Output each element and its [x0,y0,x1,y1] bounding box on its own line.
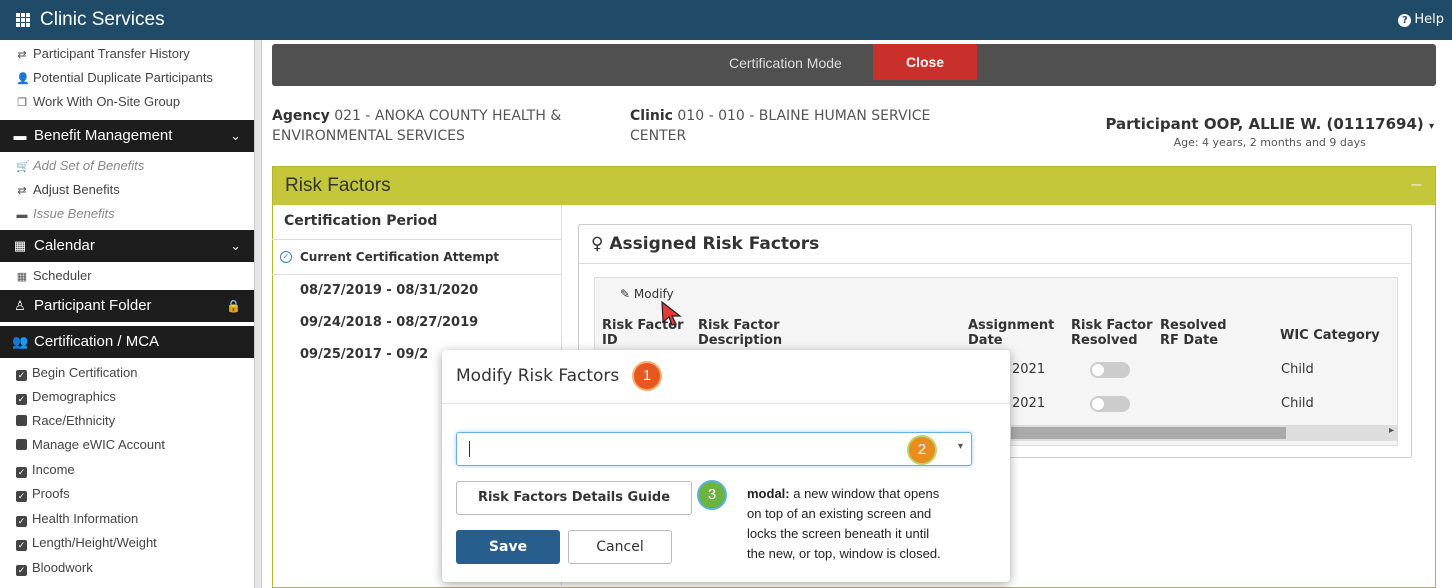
col-header-description[interactable]: Risk Factor Description [698,318,782,348]
mouse-cursor-icon [661,300,682,326]
checkbox-checked-icon: ✓ [16,370,27,381]
help-icon: ? [1398,14,1412,27]
collapse-icon[interactable]: − [1410,175,1423,194]
sidebar-section-benefit-management[interactable]: ▬ Benefit Management ⌄ [0,120,254,152]
sidebar-item-race-ethnicity[interactable]: Race/Ethnicity [0,409,254,433]
sidebar: ⇄ Participant Transfer History 👤 Potential… [0,40,255,588]
modal-title: Modify Risk Factors [456,366,620,386]
caret-down-icon[interactable]: ▾ [958,441,963,452]
col-header-resolved[interactable]: Risk Factor Resolved [1071,318,1153,348]
help-link[interactable]: ? Help [1398,12,1444,27]
sidebar-item-transfer-history[interactable]: ⇄ Participant Transfer History [0,42,254,66]
text-caret [469,441,470,457]
caret-down-icon: ▾ [1428,121,1434,132]
cert-period-item[interactable]: 08/27/2019 - 08/31/2020 [300,283,478,298]
risk-factor-select[interactable]: ▾ [456,432,972,466]
pencil-icon: ✎ [620,287,631,301]
callout-badge-2: 2 [907,435,937,465]
sidebar-item-length-height-weight[interactable]: ✓ Length/Height/Weight [0,531,254,555]
cert-period-title: Certification Period [284,213,438,229]
certification-mode-bar: Certification Mode Close [272,44,1436,86]
sidebar-item-onsite-group[interactable]: ❐ Work With On-Site Group [0,90,254,114]
sidebar-item-ewic-account[interactable]: Manage eWIC Account [0,433,254,457]
grid-horizontal-scrollbar[interactable]: ▸ [1011,425,1398,441]
sidebar-item-bloodwork[interactable]: ✓ Bloodwork [0,556,254,580]
resolved-toggle[interactable] [1090,362,1130,378]
col-header-wic-category[interactable]: WIC Category [1280,328,1380,343]
checkbox-checked-icon: ✓ [16,516,27,527]
cell-wic-category: Child [1281,362,1314,377]
modal-definition-note: modal: a new window that opens on top of… [747,486,941,561]
current-cert-attempt[interactable]: ✓ Current Certification Attempt [272,239,562,275]
sidebar-section-calendar[interactable]: ▦ Calendar ⌄ [0,230,254,262]
modify-button[interactable]: ✎ Modify [620,287,674,301]
sidebar-item-duplicate-participants[interactable]: 👤 Potential Duplicate Participants [0,66,254,90]
checkbox-checked-icon: ✓ [16,467,27,478]
cell-assignment-date: 2021 [1012,362,1046,377]
sidebar-item-health-information[interactable]: ✓ Health Information [0,507,254,531]
panel-title: Risk Factors [285,175,391,196]
checkbox-empty-icon [16,439,27,450]
lock-icon: 🔒 [226,299,241,313]
calendar-icon: ▦ [13,238,27,253]
ribbon-icon: ♀ [591,234,604,254]
transfer-icon: ⇄ [17,49,27,61]
card-icon: ▬ [16,209,28,221]
checkbox-checked-icon: ✓ [16,540,27,551]
cell-assignment-date: 2021 [1012,396,1046,411]
sidebar-item-add-benefits: 🛒 Add Set of Benefits [0,154,254,178]
risk-factors-header: Risk Factors − [273,167,1435,205]
participant-info[interactable]: Participant OOP, ALLIE W. (01117694) ▾ A… [1105,115,1434,149]
check-circle-icon: ✓ [280,251,292,263]
top-bar: Clinic Services ? Help [0,0,1452,40]
details-guide-button[interactable]: Risk Factors Details Guide [456,481,692,515]
save-button[interactable]: Save [456,530,560,564]
mode-label: Certification Mode [729,55,842,71]
assigned-title: ♀ Assigned Risk Factors [591,234,820,254]
sidebar-item-begin-certification[interactable]: ✓ Begin Certification [0,361,254,385]
chevron-down-icon: ⌄ [230,238,241,253]
sidebar-section-certification[interactable]: 👥 Certification / MCA [0,326,254,358]
calendar-icon: ▦ [16,271,28,283]
arrow-right-icon[interactable]: ▸ [1389,425,1394,436]
cell-wic-category: Child [1281,396,1314,411]
clinic-info: Clinic 010 - 010 - BLAINE HUMAN SERVICE … [630,108,931,144]
modify-risk-factors-modal: Modify Risk Factors ▾ Risk Factors Detai… [442,350,1010,582]
sidebar-item-income[interactable]: ✓ Income [0,458,254,482]
cancel-button[interactable]: Cancel [568,530,672,564]
cert-period-item[interactable]: 09/24/2018 - 08/27/2019 [300,315,478,330]
cart-icon: 🛒 [16,161,30,173]
callout-badge-3: 3 [697,480,727,510]
app-title: Clinic Services [40,9,165,30]
checkbox-checked-icon: ✓ [16,394,27,405]
cert-period-item[interactable]: 09/25/2017 - 09/2 [300,347,428,362]
callout-badge-1: 1 [632,361,662,391]
transfer-icon: ⇄ [17,185,27,197]
participant-age: Age: 4 years, 2 months and 9 days [1173,136,1366,149]
sidebar-item-adjust-benefits[interactable]: ⇄ Adjust Benefits [0,178,254,202]
checkbox-checked-icon: ✓ [16,491,27,502]
agency-info: Agency 021 - ANOKA COUNTY HEALTH & ENVIR… [272,108,562,144]
sidebar-item-demographics[interactable]: ✓ Demographics [0,385,254,409]
chevron-down-icon: ⌄ [230,128,241,143]
group-icon: 👥 [12,334,29,349]
person-icon: ♙ [14,298,26,313]
sidebar-item-scheduler[interactable]: ▦ Scheduler [0,264,254,288]
checkbox-empty-icon [16,415,27,426]
grid-menu-icon[interactable] [16,13,30,27]
window-icon: ❐ [17,97,27,109]
col-header-rf-date[interactable]: Resolved RF Date [1160,318,1227,348]
sidebar-scrollbar[interactable] [255,40,262,588]
resolved-toggle[interactable] [1090,396,1130,412]
close-mode-button[interactable]: Close [873,44,977,80]
checkbox-checked-icon: ✓ [16,565,27,576]
card-icon: ▬ [13,128,27,143]
users-icon: 👤 [16,73,30,85]
sidebar-item-issue-benefits: ▬ Issue Benefits [0,202,254,226]
sidebar-section-participant-folder[interactable]: ♙ Participant Folder 🔒 [0,290,254,322]
col-header-assignment-date[interactable]: Assignment Date [968,318,1054,348]
sidebar-item-proofs[interactable]: ✓ Proofs [0,482,254,506]
